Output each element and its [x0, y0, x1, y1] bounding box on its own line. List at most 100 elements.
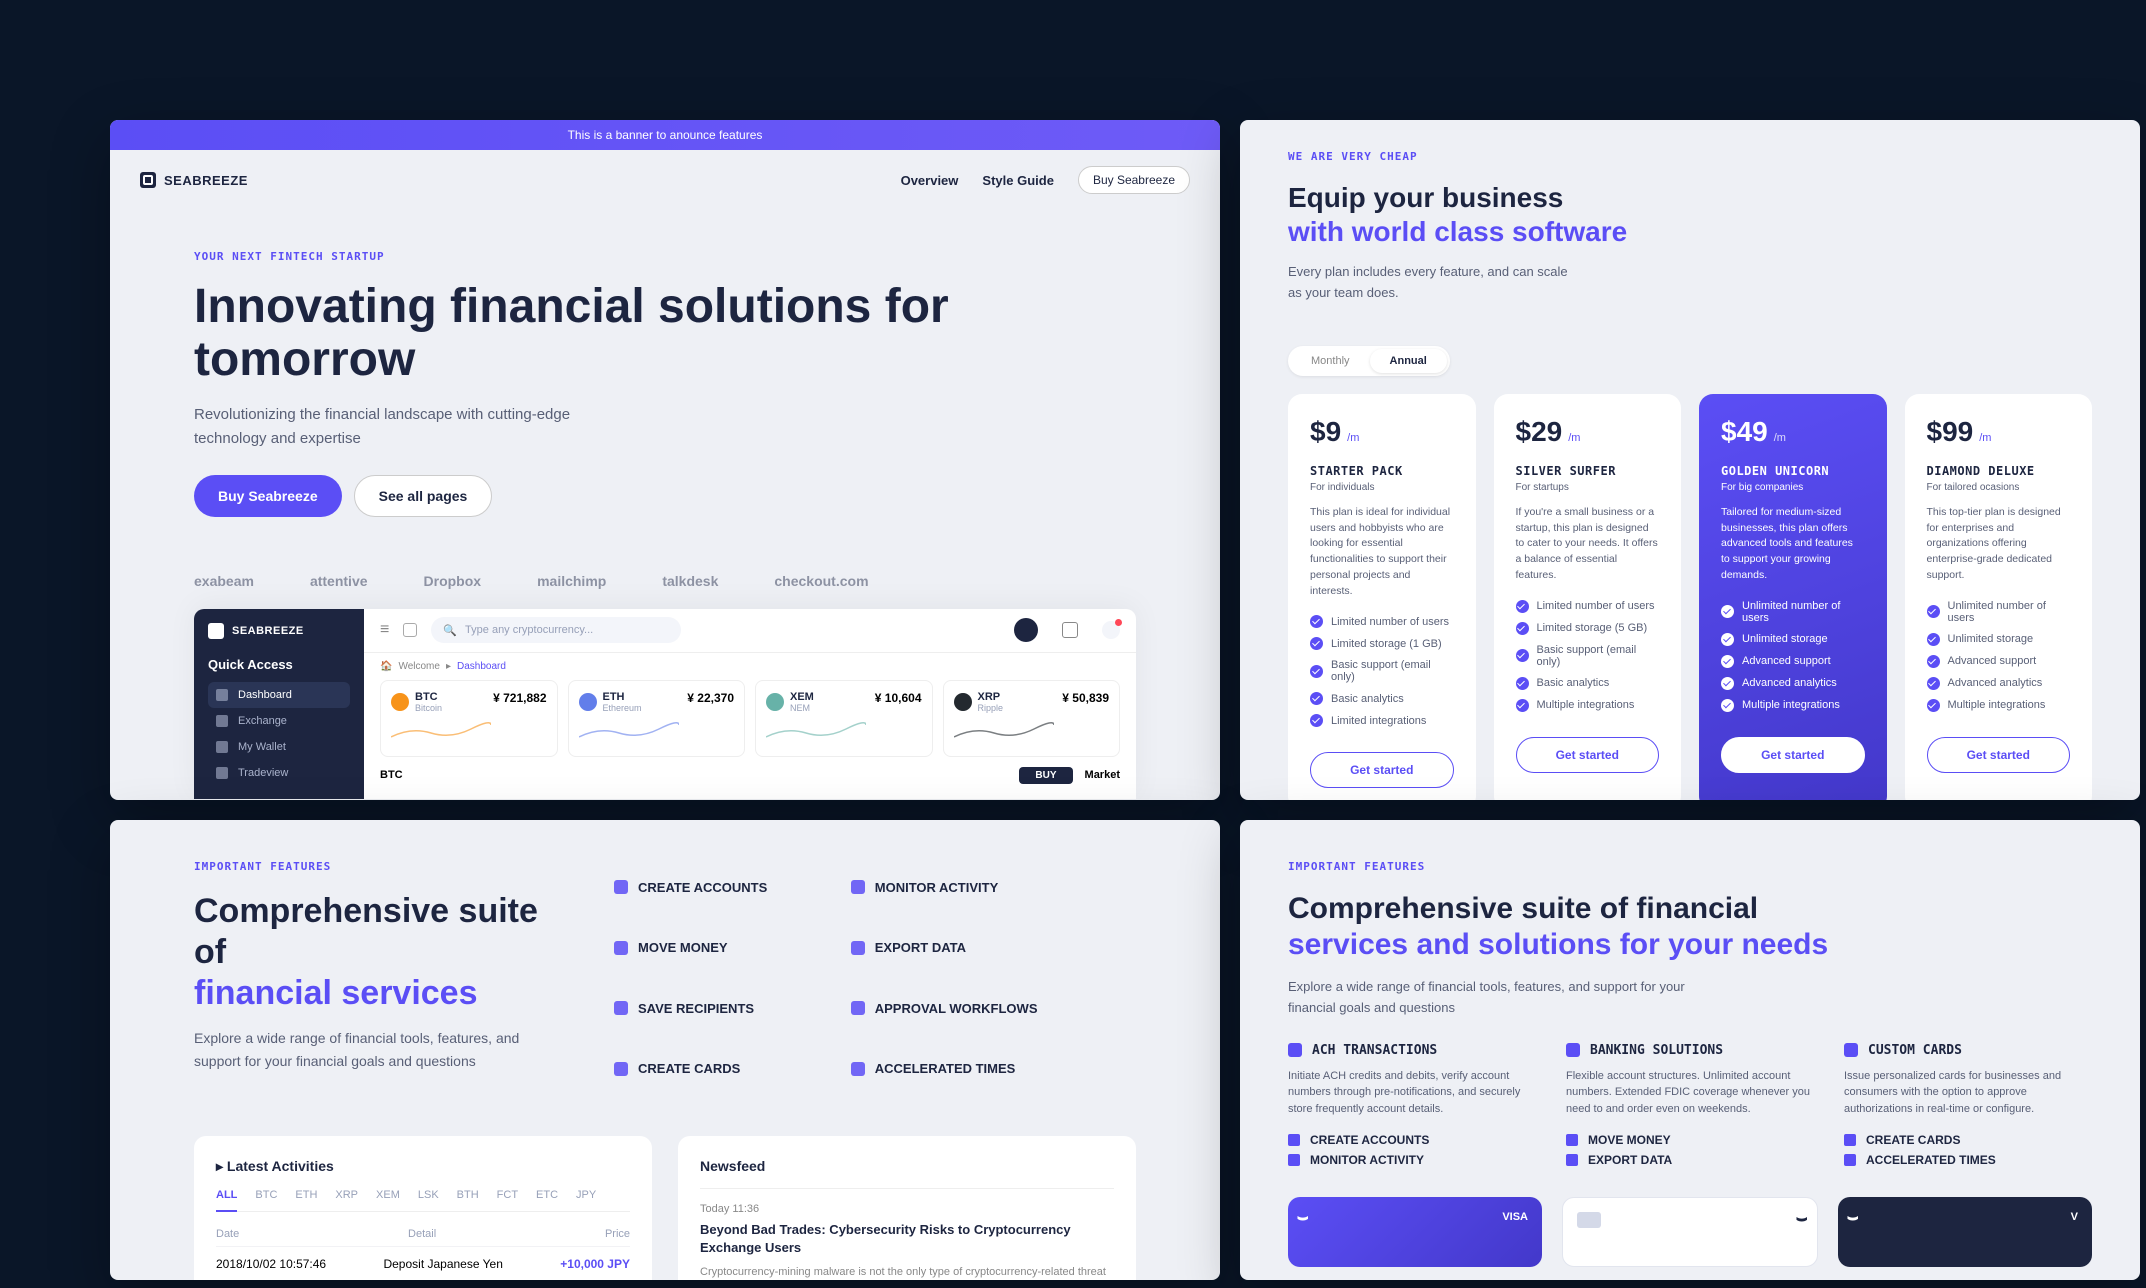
coin-icon [391, 693, 409, 711]
service-link[interactable]: CREATE ACCOUNTS [1288, 1133, 1536, 1147]
sidebar-item-exchange[interactable]: Exchange [208, 708, 350, 734]
tab-BTH[interactable]: BTH [457, 1189, 479, 1201]
hero-cta-row: Buy Seabreeze See all pages [194, 475, 1136, 517]
check-icon [1721, 655, 1734, 668]
news-item[interactable]: Today 11:36 Beyond Bad Trades: Cybersecu… [700, 1188, 1114, 1280]
mock-main: ≡ 🔍Type any cryptocurrency... 🏠 Welcome … [364, 609, 1136, 799]
service-link[interactable]: ACCELERATED TIMES [1844, 1153, 2092, 1167]
service-link[interactable]: MOVE MONEY [1566, 1133, 1814, 1147]
sidebar-item-dashboard[interactable]: Dashboard [208, 682, 350, 708]
plan-feature: Unlimited storage [1721, 633, 1865, 646]
plan-feature: Limited storage (1 GB) [1310, 637, 1454, 650]
features-panel: IMPORTANT FEATURES Comprehensive suite o… [110, 820, 1220, 1280]
plan-cta-button[interactable]: Get started [1721, 737, 1865, 773]
check-icon [1310, 692, 1323, 705]
ticker-XEM[interactable]: XEMNEM¥ 10,604 [755, 680, 933, 757]
service-col: ACH TRANSACTIONSInitiate ACH credits and… [1288, 1043, 1536, 1168]
tab-FCT[interactable]: FCT [497, 1189, 518, 1201]
logo-checkout.com: checkout.com [774, 573, 868, 589]
ticker-BTC[interactable]: BTCBitcoin¥ 721,882 [380, 680, 558, 757]
plan-price: $29/m [1516, 416, 1660, 448]
logo-strip: exabeamattentiveDropboxmailchimptalkdesk… [194, 573, 1136, 589]
ticker-XRP[interactable]: XRPRipple¥ 50,839 [943, 680, 1121, 757]
cube-icon[interactable] [403, 623, 417, 637]
feature-accelerated-times[interactable]: ACCELERATED TIMES [851, 1042, 1038, 1097]
service-desc: Issue personalized cards for businesses … [1844, 1068, 2092, 1118]
features-headline: Comprehensive suite offinancial services [194, 891, 554, 1013]
service-link[interactable]: MONITOR ACTIVITY [1288, 1153, 1536, 1167]
search-input[interactable]: 🔍Type any cryptocurrency... [431, 617, 681, 643]
sidebar-item-tradeview[interactable]: Tradeview [208, 760, 350, 786]
avatar[interactable] [1014, 618, 1038, 642]
crumb-welcome[interactable]: Welcome [398, 661, 440, 672]
feature-approval-workflows[interactable]: APPROVAL WORKFLOWS [851, 981, 1038, 1036]
credit-cards: VISA V [1288, 1197, 2092, 1267]
feature-monitor-activity[interactable]: MONITOR ACTIVITY [851, 860, 1038, 915]
tab-XRP[interactable]: XRP [335, 1189, 358, 1201]
tab-ALL[interactable]: ALL [216, 1189, 237, 1212]
plan-feature: Unlimited number of users [1927, 600, 2071, 624]
toggle-monthly[interactable]: Monthly [1291, 349, 1370, 373]
card-white [1562, 1197, 1818, 1267]
sidebar-icon [216, 741, 228, 753]
ticker-row: BTCBitcoin¥ 721,882ETHEthereum¥ 22,370XE… [364, 680, 1136, 757]
hero-content: YOUR NEXT FINTECH STARTUP Innovating fin… [110, 210, 1220, 573]
service-link[interactable]: CREATE CARDS [1844, 1133, 2092, 1147]
gear-icon[interactable] [1062, 622, 1078, 638]
plan-cta-button[interactable]: Get started [1927, 737, 2071, 773]
service-link[interactable]: EXPORT DATA [1566, 1153, 1814, 1167]
feature-create-cards[interactable]: CREATE CARDS [614, 1042, 801, 1097]
nav-styleguide[interactable]: Style Guide [982, 173, 1054, 188]
feature-create-accounts[interactable]: CREATE ACCOUNTS [614, 860, 801, 915]
plan-cta-button[interactable]: Get started [1516, 737, 1660, 773]
brand[interactable]: SEABREEZE [140, 172, 248, 188]
link-icon [1844, 1154, 1856, 1166]
crumb-dash[interactable]: Dashboard [457, 661, 506, 672]
logo-Dropbox: Dropbox [424, 573, 482, 589]
plan-feature: Advanced support [1721, 655, 1865, 668]
ticker-ETH[interactable]: ETHEthereum¥ 22,370 [568, 680, 746, 757]
plan-feature: Limited number of users [1310, 615, 1454, 628]
services-headline: Comprehensive suite of financialservices… [1288, 891, 2092, 963]
toggle-annual[interactable]: Annual [1370, 349, 1447, 373]
feature-icon [851, 941, 865, 955]
tab-JPY[interactable]: JPY [576, 1189, 596, 1201]
plan-name: DIAMOND DELUXE [1927, 464, 2071, 478]
see-all-button[interactable]: See all pages [354, 475, 493, 517]
plan-feature: Advanced analytics [1721, 677, 1865, 690]
plan-starter-pack: $9/mSTARTER PACKFor individualsThis plan… [1288, 394, 1476, 800]
nav-buy-button[interactable]: Buy Seabreeze [1078, 166, 1190, 194]
hero-panel: This is a banner to anounce features SEA… [110, 120, 1220, 800]
app-mockup: SEABREEZE Quick Access DashboardExchange… [194, 609, 1136, 799]
plan-cta-button[interactable]: Get started [1310, 752, 1454, 788]
feature-export-data[interactable]: EXPORT DATA [851, 921, 1038, 976]
buy-button-mock[interactable]: BUY [1019, 767, 1072, 784]
plan-desc: This top-tier plan is designed for enter… [1927, 505, 2071, 584]
tab-LSK[interactable]: LSK [418, 1189, 439, 1201]
feature-move-money[interactable]: MOVE MONEY [614, 921, 801, 976]
pricing-sub: Every plan includes every feature, and c… [1288, 262, 1578, 304]
buy-symbol: BTC [380, 769, 403, 781]
sidebar-brand: SEABREEZE [208, 623, 350, 639]
feature-save-recipients[interactable]: SAVE RECIPIENTS [614, 981, 801, 1036]
service-title: CUSTOM CARDS [1844, 1043, 2092, 1058]
tab-ETH[interactable]: ETH [295, 1189, 317, 1201]
news-card: Newsfeed Today 11:36 Beyond Bad Trades: … [678, 1136, 1136, 1280]
announcement-banner[interactable]: This is a banner to anounce features [110, 120, 1220, 150]
bell-icon[interactable] [1102, 621, 1120, 639]
service-icon [1844, 1043, 1858, 1057]
billing-toggle[interactable]: Monthly Annual [1288, 346, 1450, 376]
table-row[interactable]: 2018/10/02 10:57:46Deposit Japanese Yen+… [216, 1246, 630, 1280]
plan-name: SILVER SURFER [1516, 464, 1660, 478]
check-icon [1927, 633, 1940, 646]
nav-overview[interactable]: Overview [901, 173, 959, 188]
tab-XEM[interactable]: XEM [376, 1189, 400, 1201]
top-nav: Overview Style Guide Buy Seabreeze [901, 166, 1190, 194]
tab-BTC[interactable]: BTC [255, 1189, 277, 1201]
features-grid: CREATE ACCOUNTS MONITOR ACTIVITY MOVE MONE… [614, 860, 1038, 1096]
sidebar-item-my-wallet[interactable]: My Wallet [208, 734, 350, 760]
buy-button[interactable]: Buy Seabreeze [194, 475, 342, 517]
link-icon [1288, 1134, 1300, 1146]
tab-ETC[interactable]: ETC [536, 1189, 558, 1201]
services-sub: Explore a wide range of financial tools,… [1288, 977, 1688, 1019]
